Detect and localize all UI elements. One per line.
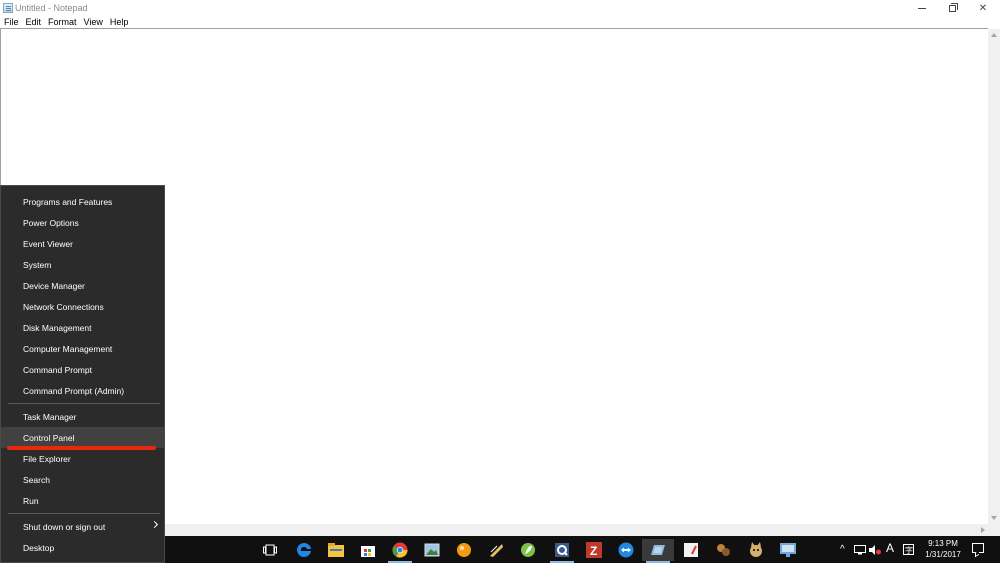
- title-bar: Untitled - Notepad ✕: [0, 0, 1000, 16]
- menu-item-shut-down-or-sign-out[interactable]: Shut down or sign out: [1, 516, 164, 537]
- store-icon: [361, 546, 375, 557]
- menu-item-control-panel[interactable]: Control Panel: [1, 427, 164, 448]
- taskbar-game-app[interactable]: [707, 539, 739, 561]
- menu-item-disk-management[interactable]: Disk Management: [1, 317, 164, 338]
- menu-file[interactable]: File: [1, 17, 22, 27]
- taskbar-chrome[interactable]: [384, 539, 416, 563]
- menu-view[interactable]: View: [81, 17, 106, 27]
- taskbar-notepad[interactable]: [642, 539, 674, 563]
- taskbar-blue-q-app[interactable]: [546, 539, 578, 563]
- scroll-right-icon[interactable]: [981, 527, 985, 533]
- show-hidden-icons-button[interactable]: ^: [840, 545, 845, 555]
- close-button[interactable]: ✕: [968, 0, 998, 16]
- clock[interactable]: 9:13 PM 1/31/2017: [918, 538, 968, 560]
- menu-item-task-manager[interactable]: Task Manager: [1, 406, 164, 427]
- svg-text:字: 字: [905, 545, 913, 555]
- taskbar-orange-app[interactable]: [448, 539, 480, 561]
- notepad-icon: [651, 545, 665, 555]
- taskbar-cat-app[interactable]: [740, 539, 772, 561]
- menu-item-file-explorer[interactable]: File Explorer: [1, 448, 164, 469]
- taskbar-paint[interactable]: [675, 539, 707, 561]
- scroll-up-icon[interactable]: [991, 33, 997, 37]
- ime-mode-icon[interactable]: 字: [903, 544, 914, 555]
- menu-item-system[interactable]: System: [1, 254, 164, 275]
- chevron-right-icon: [150, 520, 159, 529]
- filezilla-icon: Z: [586, 542, 602, 558]
- menu-item-run[interactable]: Run: [1, 490, 164, 511]
- window-title: Untitled - Notepad: [15, 3, 88, 13]
- input-method-indicator[interactable]: A: [886, 542, 894, 554]
- close-icon: ✕: [978, 2, 988, 14]
- menu-help[interactable]: Help: [107, 17, 132, 27]
- menu-item-command-prompt[interactable]: Command Prompt: [1, 359, 164, 380]
- minimize-button[interactable]: [907, 0, 937, 16]
- action-center-icon[interactable]: [972, 543, 984, 553]
- restore-icon: [948, 2, 958, 12]
- menu-item-search[interactable]: Search: [1, 469, 164, 490]
- chrome-icon: [392, 542, 408, 558]
- menu-item-label: Shut down or sign out: [23, 521, 106, 532]
- power-user-menu: Programs and Features Power Options Even…: [0, 185, 165, 563]
- menu-item-desktop[interactable]: Desktop: [1, 537, 164, 558]
- taskbar-photo-viewer[interactable]: [416, 539, 448, 561]
- game-icon: [717, 544, 730, 556]
- task-view-icon: [263, 544, 277, 556]
- tools-icon: [490, 544, 503, 557]
- taskbar-remote-desktop[interactable]: [772, 539, 804, 561]
- orange-ball-icon: [457, 543, 471, 557]
- menu-bar: File Edit Format View Help: [0, 16, 1000, 28]
- svg-text:Z: Z: [590, 544, 597, 558]
- volume-muted-icon[interactable]: [869, 545, 881, 555]
- scrollbar-corner: [988, 524, 1000, 536]
- minimize-icon: [918, 7, 926, 9]
- remote-desktop-icon: [780, 543, 796, 557]
- notepad-app-icon[interactable]: [3, 3, 13, 13]
- taskbar-green-app[interactable]: [512, 539, 544, 561]
- taskbar-store[interactable]: [352, 539, 384, 561]
- file-explorer-icon: [328, 543, 344, 557]
- scroll-down-icon[interactable]: [991, 516, 997, 520]
- highlight-underline: [7, 446, 156, 450]
- restore-button[interactable]: [937, 0, 967, 16]
- menu-format[interactable]: Format: [45, 17, 80, 27]
- menu-item-power-options[interactable]: Power Options: [1, 212, 164, 233]
- menu-separator: [8, 513, 160, 514]
- edge-icon: [297, 542, 311, 557]
- menu-edit[interactable]: Edit: [23, 17, 45, 27]
- vertical-scrollbar[interactable]: [988, 29, 1000, 524]
- cat-icon: [750, 542, 762, 557]
- teamviewer-icon: [618, 542, 634, 558]
- photo-viewer-icon: [424, 543, 440, 557]
- taskbar-edge[interactable]: [288, 539, 320, 561]
- taskbar-tools-app[interactable]: [480, 539, 512, 561]
- paint-icon: [684, 543, 698, 557]
- clock-time: 9:13 PM: [928, 539, 958, 548]
- network-icon[interactable]: [854, 545, 866, 555]
- green-leaf-icon: [521, 543, 535, 557]
- menu-item-event-viewer[interactable]: Event Viewer: [1, 233, 164, 254]
- menu-item-programs-and-features[interactable]: Programs and Features: [1, 191, 164, 212]
- taskbar-file-explorer[interactable]: [320, 539, 352, 561]
- clock-date: 1/31/2017: [925, 550, 961, 559]
- menu-item-device-manager[interactable]: Device Manager: [1, 275, 164, 296]
- menu-item-network-connections[interactable]: Network Connections: [1, 296, 164, 317]
- menu-item-command-prompt-admin[interactable]: Command Prompt (Admin): [1, 380, 164, 401]
- menu-item-computer-management[interactable]: Computer Management: [1, 338, 164, 359]
- task-view-button[interactable]: [254, 539, 286, 561]
- taskbar-teamviewer[interactable]: [610, 539, 642, 561]
- menu-separator: [8, 403, 160, 404]
- taskbar-filezilla[interactable]: Z: [578, 539, 610, 561]
- blue-q-icon: [555, 543, 569, 557]
